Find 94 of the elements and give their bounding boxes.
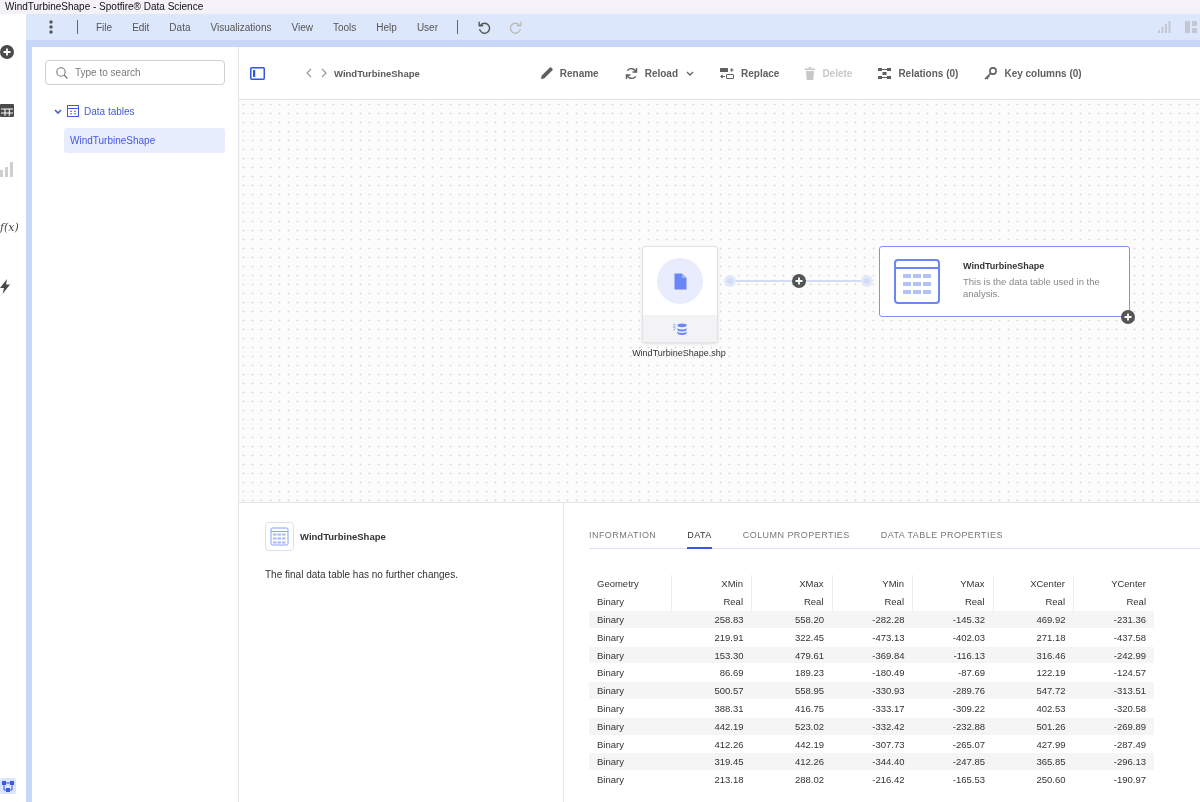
column-header: YMin <box>832 575 913 593</box>
menu-item[interactable]: Visualizations <box>210 21 272 33</box>
table-cell: -309.22 <box>912 699 993 718</box>
tab[interactable]: DATA TABLE PROPERTIES <box>880 522 1003 549</box>
replace-icon <box>720 67 734 79</box>
column-header: YMax <box>912 575 993 593</box>
column-header: XCenter <box>993 575 1074 593</box>
details-note: The final data table has no further changes. <box>265 569 459 580</box>
table-cell: 442.19 <box>751 735 832 753</box>
refresh-icon <box>624 66 638 80</box>
table-icon <box>67 105 79 117</box>
chevron-down-icon[interactable] <box>54 108 62 114</box>
table-cell: 86.69 <box>671 664 752 682</box>
table-cell: -216.42 <box>832 770 913 789</box>
chevron-left-icon[interactable] <box>306 68 312 78</box>
table-cell: 402.53 <box>993 699 1074 718</box>
rename-button[interactable]: Rename <box>540 63 599 83</box>
lightning-icon[interactable] <box>0 279 10 295</box>
relations-icon <box>878 67 892 79</box>
table-cell: -124.57 <box>1073 664 1154 682</box>
tree-item[interactable]: WindTurbineShape <box>64 128 225 153</box>
trash-icon <box>805 66 816 80</box>
database-icon <box>673 322 687 335</box>
table-cell: 219.91 <box>671 628 752 647</box>
table-cell: -473.13 <box>832 628 913 647</box>
details-title: WindTurbineShape <box>300 531 386 542</box>
table-cell: -87.69 <box>912 664 993 682</box>
table-cell: -190.97 <box>1073 770 1154 789</box>
node-title: WindTurbineShape <box>963 260 1046 272</box>
table-cell: -287.49 <box>1073 735 1154 753</box>
tab[interactable]: DATA <box>687 522 712 549</box>
tab[interactable]: COLUMN PROPERTIES <box>742 522 850 549</box>
add-icon[interactable] <box>0 45 14 60</box>
table-cell: -265.07 <box>912 735 993 753</box>
table-cell: 412.26 <box>671 735 752 753</box>
table-icon[interactable] <box>0 104 14 118</box>
tab[interactable]: INFORMATION <box>589 522 657 549</box>
table-cell: 322.45 <box>751 628 832 647</box>
search-field[interactable]: Type to search <box>45 60 225 85</box>
table-cell: 250.60 <box>993 770 1074 789</box>
port-icon <box>724 275 736 287</box>
table-icon <box>265 522 294 551</box>
table-cell: -165.53 <box>912 770 993 789</box>
add-icon[interactable] <box>1121 310 1135 324</box>
table-cell: -333.17 <box>832 699 913 718</box>
replace-button[interactable]: Replace <box>720 63 780 83</box>
pencil-icon <box>540 67 553 79</box>
panel-icon[interactable] <box>250 66 265 80</box>
undo-icon[interactable] <box>477 20 491 34</box>
menu-item[interactable]: Data <box>169 21 191 33</box>
table-cell: Binary <box>589 628 671 647</box>
node-description: This is the data table used in the analysis. <box>963 276 1101 300</box>
table-cell: -402.03 <box>912 628 993 647</box>
table-cell: -437.58 <box>1073 628 1154 647</box>
column-header: XMin <box>671 575 752 593</box>
relations-button[interactable]: Relations (0) <box>878 63 959 83</box>
table-cell: -180.49 <box>832 664 913 682</box>
menu-item[interactable]: User <box>416 21 438 33</box>
table-cell: 288.02 <box>751 770 832 789</box>
menu-item[interactable]: Tools <box>332 21 357 33</box>
table-cell: 189.23 <box>751 664 832 682</box>
menu-item[interactable]: View <box>291 21 313 33</box>
table-cell: 122.19 <box>993 664 1074 682</box>
table-cell: 416.75 <box>751 699 832 718</box>
table-cell: Binary <box>589 735 671 753</box>
breadcrumb-title: WindTurbineShape <box>334 67 420 79</box>
search-icon <box>56 66 68 79</box>
file-icon <box>657 258 703 304</box>
menu-item[interactable]: Edit <box>132 21 150 33</box>
more-icon[interactable] <box>49 20 53 34</box>
menu-item[interactable]: File <box>96 21 113 33</box>
table-cell: Binary <box>589 699 671 718</box>
chevron-right-icon[interactable] <box>321 68 327 78</box>
table-cell: 271.18 <box>993 628 1074 647</box>
tree-item[interactable]: Data tables <box>84 105 135 117</box>
function-button[interactable]: f(x) <box>0 221 19 236</box>
menu-item[interactable]: Help <box>376 21 397 33</box>
table-cell: Binary <box>589 664 671 682</box>
window-title: WindTurbineShape - Spotfire® Data Science <box>5 1 204 13</box>
key-columns-button[interactable]: Key columns (0) <box>984 63 1082 83</box>
table-cell: 213.18 <box>671 770 752 789</box>
table-icon <box>894 259 940 304</box>
add-icon[interactable] <box>792 274 806 288</box>
table-cell: 388.31 <box>671 699 752 718</box>
table-cell: Binary <box>589 770 671 789</box>
reload-button[interactable]: Reload <box>624 63 694 83</box>
key-icon <box>984 66 998 80</box>
table-cell: -320.58 <box>1073 699 1154 718</box>
column-header: XMax <box>751 575 832 593</box>
flow-icon[interactable] <box>0 778 16 794</box>
port-icon <box>861 275 873 287</box>
source-label: WindTurbineShape.shp <box>631 348 727 358</box>
table-cell: -307.73 <box>832 735 913 753</box>
table-cell: 427.99 <box>993 735 1074 753</box>
